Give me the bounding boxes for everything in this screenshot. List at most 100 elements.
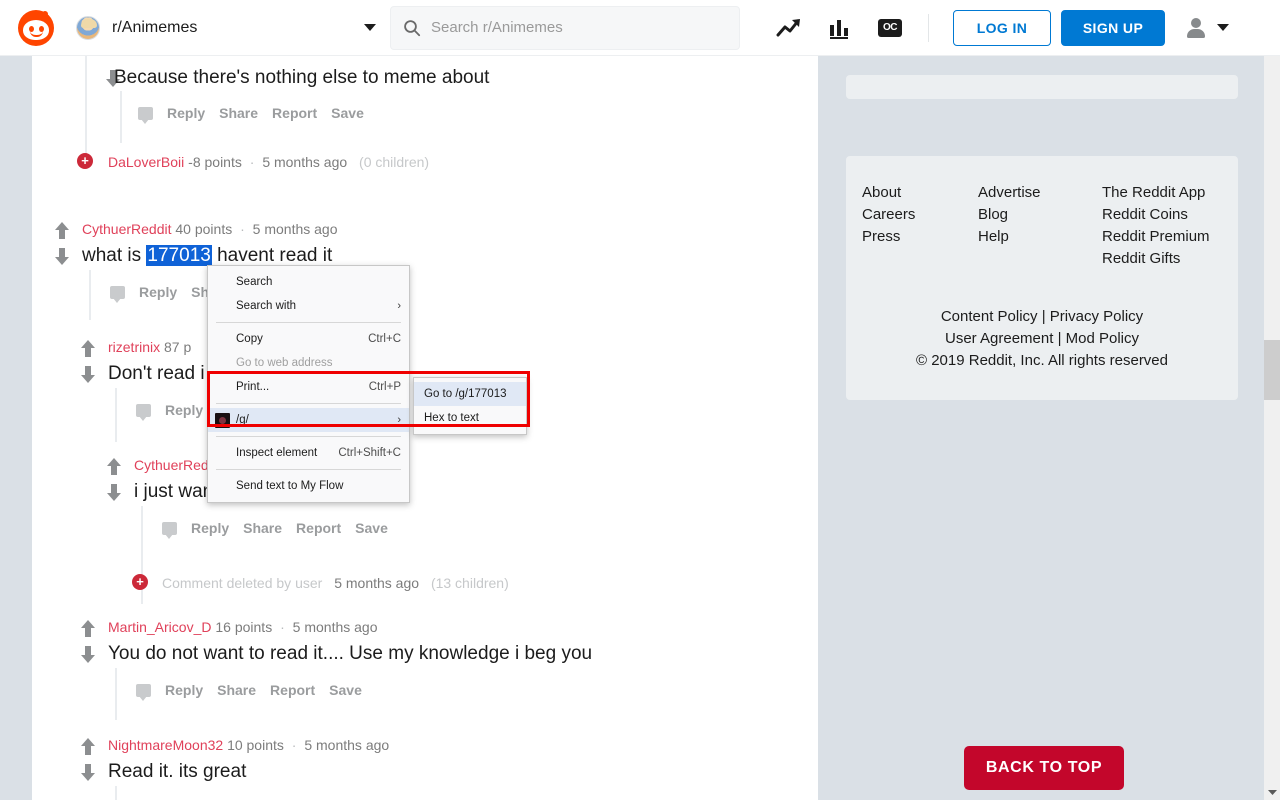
comment-author[interactable]: CythuerReddit	[82, 221, 172, 237]
footer-link-help[interactable]: Help	[978, 226, 1102, 248]
footer-link-content-policy[interactable]: Content Policy	[941, 308, 1038, 325]
share-button[interactable]: Share	[217, 682, 256, 698]
submenu-item-go-to-g[interactable]: Go to /g/177013	[414, 382, 526, 406]
search-icon	[404, 19, 421, 36]
report-button[interactable]: Report	[270, 682, 315, 698]
upvote-icon[interactable]	[54, 222, 69, 239]
menu-item-accelerator: Ctrl+Shift+C	[338, 447, 401, 459]
upvote-icon[interactable]	[80, 340, 95, 357]
comment-author[interactable]: DaLoverBoii	[108, 154, 184, 170]
search-input[interactable]: Search r/Animemes	[390, 5, 740, 50]
thread-line	[115, 388, 117, 442]
comment-points: -8 points	[188, 154, 242, 170]
downvote-icon[interactable]	[80, 366, 95, 383]
context-submenu[interactable]: Go to /g/177013 Hex to text	[413, 377, 527, 435]
menu-item-label: Go to web address	[236, 357, 333, 369]
menu-item-go-to-web-address: Go to web address	[208, 351, 409, 375]
user-avatar-icon	[1187, 17, 1205, 38]
chevron-down-icon[interactable]	[1217, 24, 1229, 31]
thread-line	[115, 668, 117, 720]
footer-link-press[interactable]: Press	[862, 226, 978, 248]
comment-bubble-icon	[162, 522, 177, 539]
menu-item-g-extension[interactable]: /g/ ›	[208, 408, 409, 432]
expand-icon[interactable]: +	[77, 153, 93, 169]
footer-link-mod-policy[interactable]: Mod Policy	[1066, 330, 1139, 347]
footer-link-advertise[interactable]: Advertise	[978, 182, 1102, 204]
subreddit-chooser[interactable]: r/Animemes	[76, 10, 376, 46]
menu-item-copy[interactable]: Copy Ctrl+C	[208, 327, 409, 351]
reply-button[interactable]: Reply	[165, 682, 203, 698]
share-button[interactable]: Share	[243, 520, 282, 536]
comment-body: Don't read i	[108, 363, 205, 384]
page-body: Because there's nothing else to meme abo…	[0, 56, 1264, 800]
oc-badge-icon[interactable]: OC	[878, 18, 902, 37]
menu-item-print[interactable]: Print... Ctrl+P	[208, 375, 409, 399]
menu-item-accelerator: Ctrl+P	[368, 381, 401, 393]
share-button[interactable]: Share	[219, 105, 258, 121]
selected-text[interactable]: 177013	[146, 245, 212, 266]
comment-author[interactable]: NightmareMoon32	[108, 737, 223, 753]
expand-icon[interactable]: +	[132, 574, 148, 590]
footer-link-reddit-premium[interactable]: Reddit Premium	[1102, 226, 1210, 248]
upvote-icon[interactable]	[106, 458, 121, 475]
footer-link-careers[interactable]: Careers	[862, 204, 978, 226]
upvote-icon[interactable]	[80, 620, 95, 637]
context-menu[interactable]: Search Search with › Copy Ctrl+C Go to w…	[207, 265, 410, 503]
footer-link-blog[interactable]: Blog	[978, 204, 1102, 226]
footer-link-about[interactable]: About	[862, 182, 978, 204]
back-to-top-button[interactable]: BACK TO TOP	[964, 746, 1124, 790]
upvote-icon[interactable]	[80, 738, 95, 755]
scrollbar-thumb[interactable]	[1264, 340, 1280, 400]
meta-separator: ·	[240, 221, 245, 237]
oc-badge-label: OC	[878, 18, 902, 37]
user-menu[interactable]	[1187, 17, 1229, 38]
submenu-item-label: Go to /g/177013	[424, 388, 507, 400]
footer-column-2: Advertise Blog Help	[978, 182, 1102, 270]
reply-button[interactable]: Reply	[139, 284, 177, 300]
meta-separator: ·	[280, 619, 285, 635]
comment-bubble-icon	[136, 684, 151, 701]
footer-link-reddit-gifts[interactable]: Reddit Gifts	[1102, 248, 1210, 270]
thread-line	[89, 270, 91, 320]
footer-legal: Content Policy | Privacy Policy User Agr…	[846, 306, 1238, 372]
footer-link-user-agreement[interactable]: User Agreement	[945, 330, 1053, 347]
reply-button[interactable]: Reply	[191, 520, 229, 536]
downvote-icon[interactable]	[54, 248, 69, 265]
reply-button[interactable]: Reply	[167, 105, 205, 121]
comment-author[interactable]: rizetrinix	[108, 339, 160, 355]
menu-item-search[interactable]: Search	[208, 270, 409, 294]
chevron-down-icon[interactable]	[1264, 784, 1280, 800]
reply-button[interactable]: Reply	[165, 402, 203, 418]
submenu-item-hex-to-text[interactable]: Hex to text	[414, 406, 526, 430]
comment-author[interactable]: Martin_Aricov_D	[108, 619, 211, 635]
reddit-logo-icon[interactable]	[18, 9, 54, 46]
menu-item-send-text-to-my-flow[interactable]: Send text to My Flow	[208, 474, 409, 498]
save-button[interactable]: Save	[329, 682, 362, 698]
signup-button[interactable]: SIGN UP	[1061, 9, 1165, 46]
comment-bubble-icon	[138, 107, 153, 124]
footer-link-reddit-app[interactable]: The Reddit App	[1102, 182, 1210, 204]
downvote-icon[interactable]	[80, 764, 95, 781]
menu-item-search-with[interactable]: Search with ›	[208, 294, 409, 318]
meta-separator: ·	[291, 737, 297, 753]
save-button[interactable]: Save	[331, 105, 364, 121]
comment-age: 5 months ago	[334, 575, 420, 591]
footer-link-reddit-coins[interactable]: Reddit Coins	[1102, 204, 1210, 226]
footer-column-3: The Reddit App Reddit Coins Reddit Premi…	[1102, 182, 1210, 270]
chart-icon[interactable]	[828, 17, 852, 39]
chevron-down-icon[interactable]	[364, 24, 376, 31]
report-button[interactable]: Report	[296, 520, 341, 536]
downvote-icon[interactable]	[80, 646, 95, 663]
menu-item-inspect-element[interactable]: Inspect element Ctrl+Shift+C	[208, 441, 409, 465]
trending-icon[interactable]	[776, 17, 802, 39]
menu-separator	[216, 322, 401, 323]
footer-link-privacy-policy[interactable]: Privacy Policy	[1050, 308, 1143, 325]
report-button[interactable]: Report	[272, 105, 317, 121]
vertical-scrollbar[interactable]	[1264, 56, 1280, 800]
comment-body-pre: what is	[82, 245, 147, 266]
login-button[interactable]: LOG IN	[953, 9, 1051, 46]
save-button[interactable]: Save	[355, 520, 388, 536]
comment-children-count: (0 children)	[359, 154, 430, 170]
comment-body-post: havent read it	[211, 245, 333, 266]
downvote-icon[interactable]	[106, 484, 121, 501]
